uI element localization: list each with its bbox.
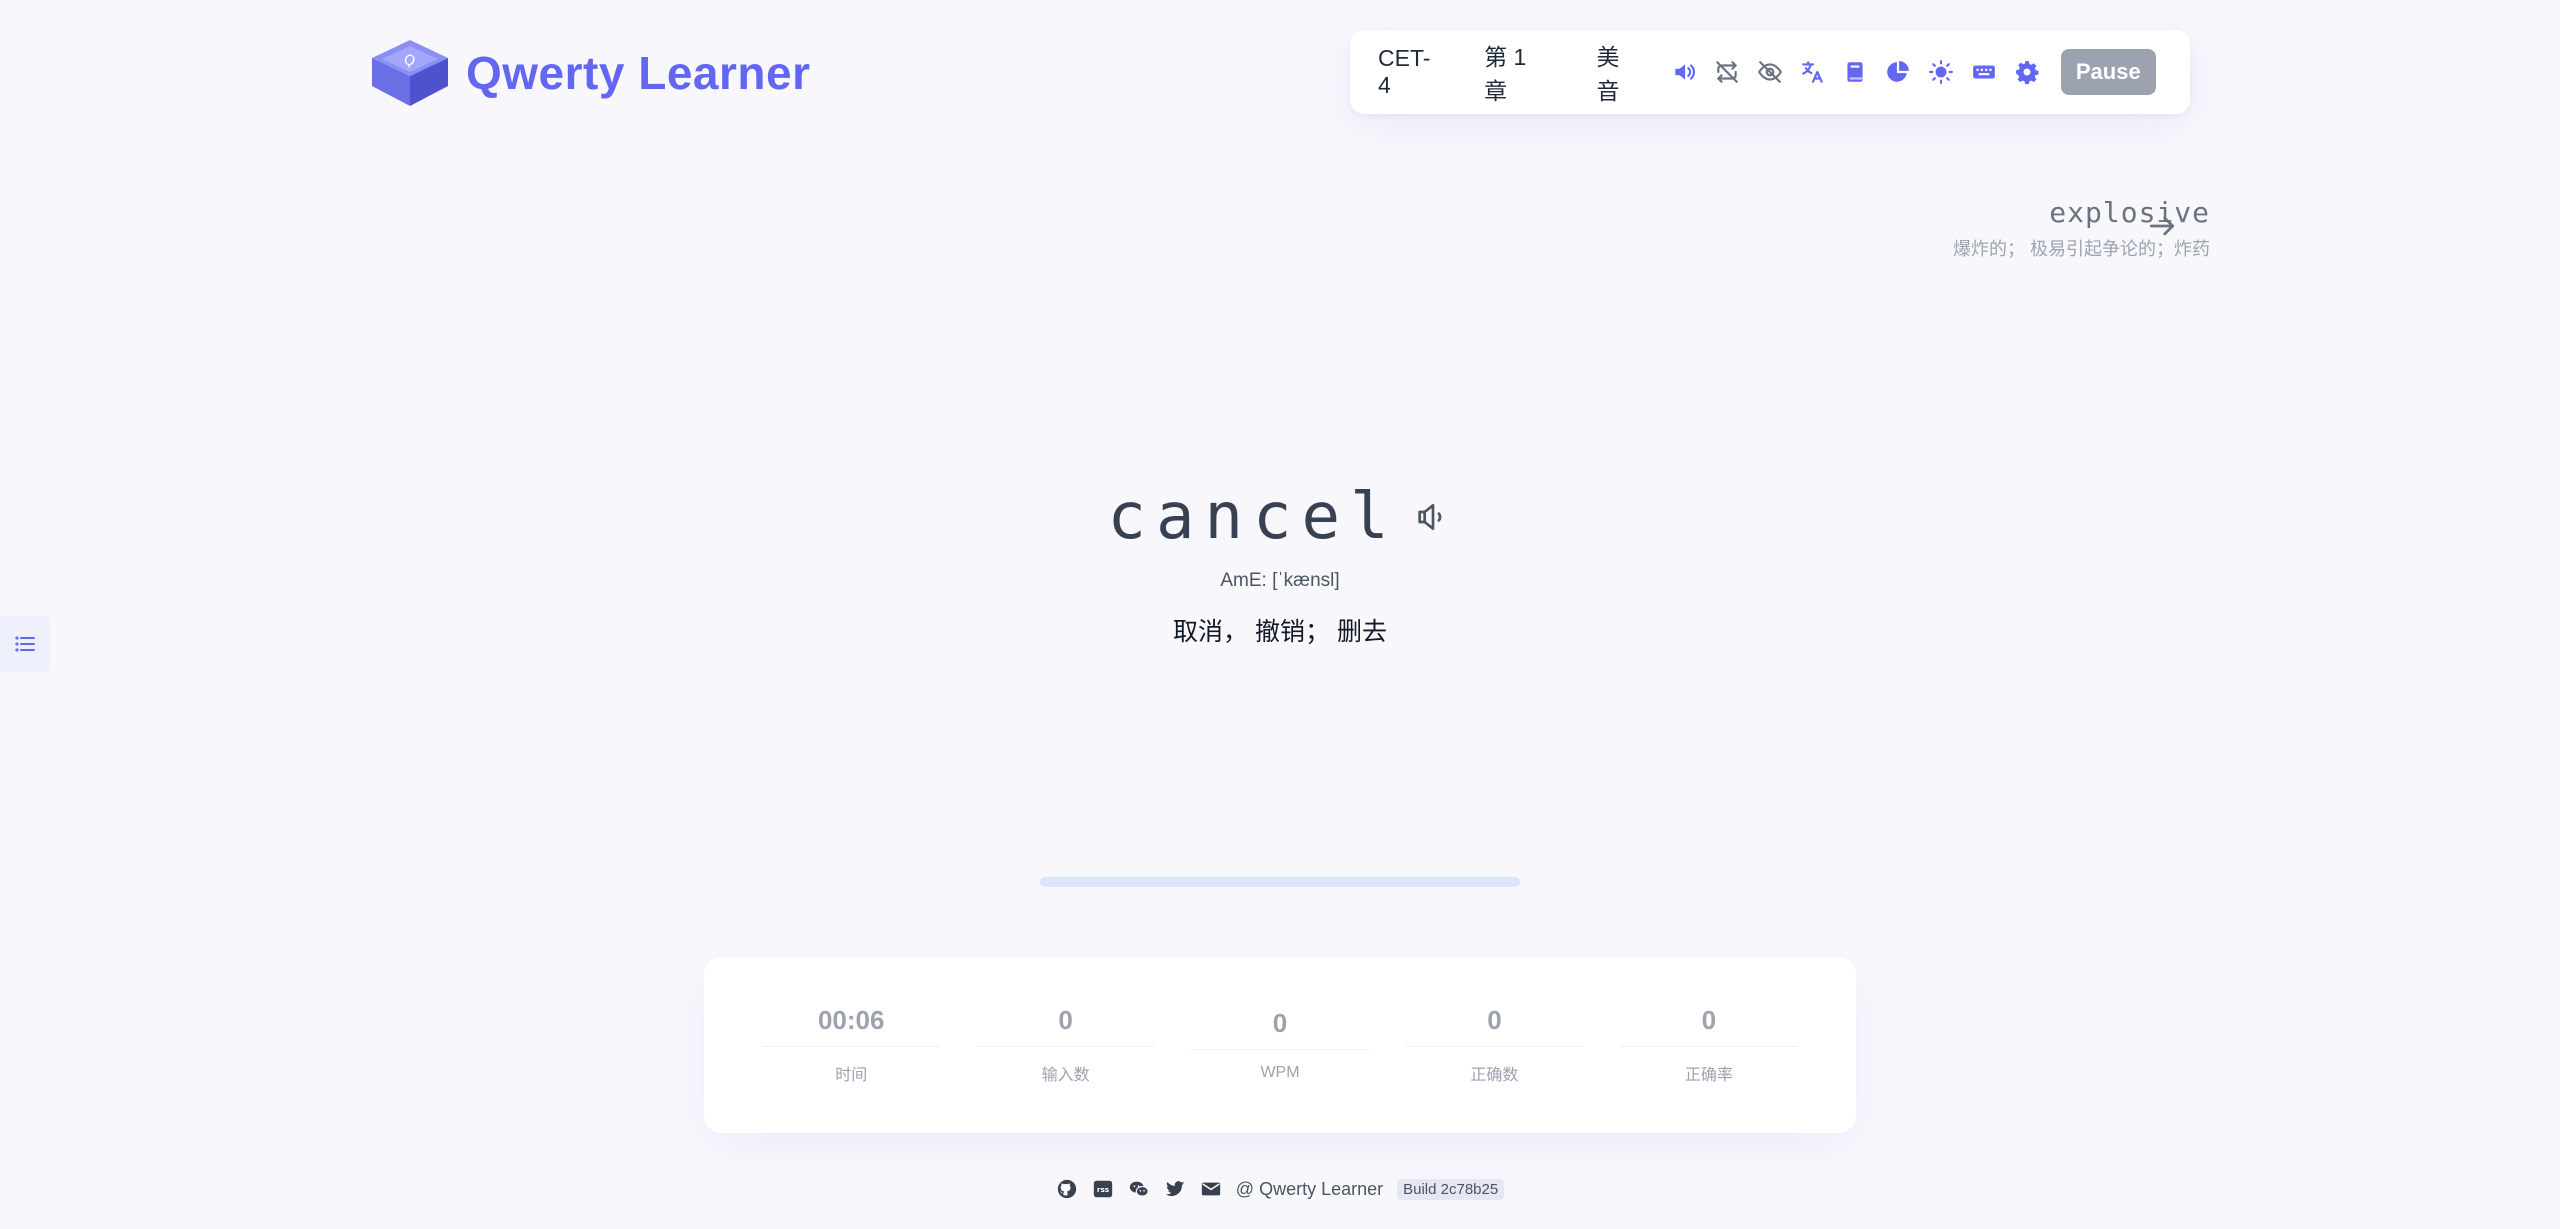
- stat-value: 00:06: [762, 1005, 941, 1047]
- phonetic: AmE: [ˈkænsl]: [1220, 570, 1340, 591]
- stat-value: 0: [1190, 1008, 1370, 1050]
- stat-time: 00:06 时间: [744, 1005, 958, 1085]
- translate-icon[interactable]: [1791, 50, 1834, 95]
- progress-bar: [1040, 877, 1520, 887]
- stat-label: 输入数: [1041, 1067, 1090, 1084]
- app-title: Qwerty Learner: [466, 47, 811, 99]
- stat-value: 0: [1619, 1005, 1799, 1047]
- pronunciation-select[interactable]: 美音: [1596, 38, 1640, 106]
- stat-correct-count: 0 正确数: [1387, 1005, 1601, 1085]
- dictionary-select[interactable]: CET-4: [1378, 45, 1440, 99]
- stat-wpm: 0 WPM: [1173, 1008, 1387, 1082]
- app-logo[interactable]: Q Qwerty Learner: [368, 36, 810, 110]
- stat-accuracy: 0 正确率: [1602, 1005, 1816, 1085]
- word-translation: 取消， 撤销； 删去: [1173, 618, 1387, 646]
- word-panel: cancel AmE: [ˈkænsl] 取消， 撤销； 删去: [0, 480, 2560, 648]
- rss-icon[interactable]: rss: [1092, 1178, 1114, 1200]
- wechat-icon[interactable]: [1128, 1178, 1150, 1200]
- copyright-link[interactable]: @ Qwerty Learner: [1236, 1179, 1383, 1200]
- stat-label: WPM: [1260, 1064, 1300, 1081]
- stat-input-count: 0 输入数: [958, 1005, 1172, 1085]
- stats-panel: 00:06 时间 0 输入数 0 WPM 0 正确数 0 正确率: [704, 957, 1856, 1133]
- speaker-outline-icon[interactable]: [1413, 497, 1453, 537]
- footer: rss @ Qwerty Learner Build 2c78b25: [0, 1178, 2560, 1200]
- keycap-logo-icon: Q: [372, 40, 448, 106]
- stat-label: 正确数: [1470, 1067, 1519, 1084]
- arrow-right-icon[interactable]: [2146, 210, 2178, 242]
- github-icon[interactable]: [1056, 1178, 1078, 1200]
- gear-icon[interactable]: [2006, 50, 2049, 95]
- pause-button[interactable]: Pause: [2060, 49, 2156, 95]
- stat-label: 正确率: [1684, 1067, 1733, 1084]
- page: Q Qwerty Learner CET-4 第 1 章 美音 Pause ex…: [0, 0, 2560, 1229]
- stat-label: 时间: [835, 1067, 868, 1084]
- toolbar: CET-4 第 1 章 美音 Pause: [1350, 30, 2190, 114]
- stat-value: 0: [976, 1005, 1155, 1047]
- stat-value: 0: [1405, 1005, 1584, 1047]
- current-word[interactable]: cancel: [1107, 480, 1398, 554]
- keyboard-icon[interactable]: [1963, 50, 2006, 95]
- build-badge: Build 2c78b25: [1397, 1178, 1505, 1200]
- sun-icon[interactable]: [1920, 50, 1963, 95]
- speaker-icon[interactable]: [1662, 50, 1705, 95]
- eye-off-icon[interactable]: [1748, 50, 1791, 95]
- book-icon[interactable]: [1834, 50, 1877, 95]
- chapter-select[interactable]: 第 1 章: [1484, 38, 1552, 106]
- svg-text:rss: rss: [1097, 1185, 1110, 1194]
- twitter-icon[interactable]: [1164, 1178, 1186, 1200]
- mail-icon[interactable]: [1200, 1178, 1222, 1200]
- pie-chart-icon[interactable]: [1877, 50, 1920, 95]
- loop-off-icon[interactable]: [1705, 50, 1748, 95]
